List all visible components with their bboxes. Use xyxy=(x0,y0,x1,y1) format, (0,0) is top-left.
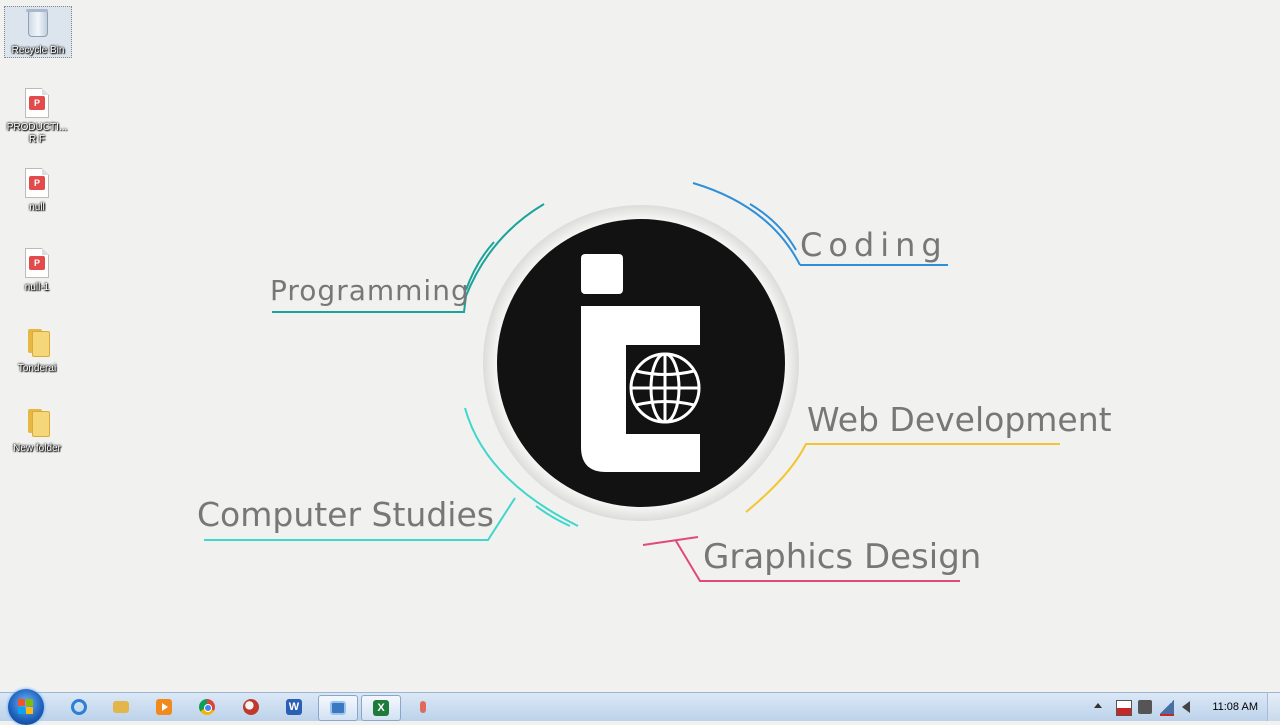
show-hidden-icons[interactable] xyxy=(1094,703,1102,708)
word-icon: W xyxy=(286,699,302,715)
taskbar-excel[interactable]: X xyxy=(361,695,401,721)
chrome-icon xyxy=(199,699,215,715)
media-player-icon xyxy=(156,699,172,715)
taskbar: W X 11:08 AM xyxy=(0,689,1280,725)
label-graphics-design: Graphics Design xyxy=(703,537,982,577)
windows-logo-icon xyxy=(18,699,34,715)
action-center-flag-icon[interactable] xyxy=(1116,700,1132,716)
network-icon[interactable] xyxy=(1160,700,1174,716)
printer-icon[interactable] xyxy=(1138,700,1152,714)
taskbar-word[interactable]: W xyxy=(275,695,313,719)
web-development-connector xyxy=(745,443,1060,513)
taskbar-media-player[interactable] xyxy=(145,695,183,719)
label-coding: Coding xyxy=(800,226,948,264)
internet-explorer-icon xyxy=(71,699,87,715)
file-explorer-icon xyxy=(113,701,129,713)
paint-icon xyxy=(243,699,259,715)
taskbar-internet-explorer[interactable] xyxy=(60,695,98,719)
system-tray: 11:08 AM xyxy=(1080,693,1280,721)
label-computer-studies: Computer Studies xyxy=(197,495,494,534)
show-desktop-button[interactable] xyxy=(1267,693,1280,721)
excel-icon: X xyxy=(373,700,389,716)
taskbar-file-explorer[interactable] xyxy=(102,695,140,719)
globe-icon xyxy=(629,352,701,424)
label-web-development: Web Development xyxy=(807,400,1112,439)
wallpaper-logo-graphic xyxy=(204,182,1060,582)
taskbar-microphone[interactable] xyxy=(404,695,442,719)
logo-letter-i-dot xyxy=(581,254,623,294)
taskbar-chrome[interactable] xyxy=(188,695,226,719)
remote-desktop-icon xyxy=(330,701,346,715)
volume-icon[interactable] xyxy=(1182,701,1190,713)
label-programming: Programming xyxy=(270,274,470,307)
taskbar-paint[interactable] xyxy=(232,695,270,719)
taskbar-remote-desktop[interactable] xyxy=(318,695,358,721)
microphone-icon xyxy=(420,701,426,713)
taskbar-clock[interactable]: 11:08 AM xyxy=(1212,701,1258,713)
